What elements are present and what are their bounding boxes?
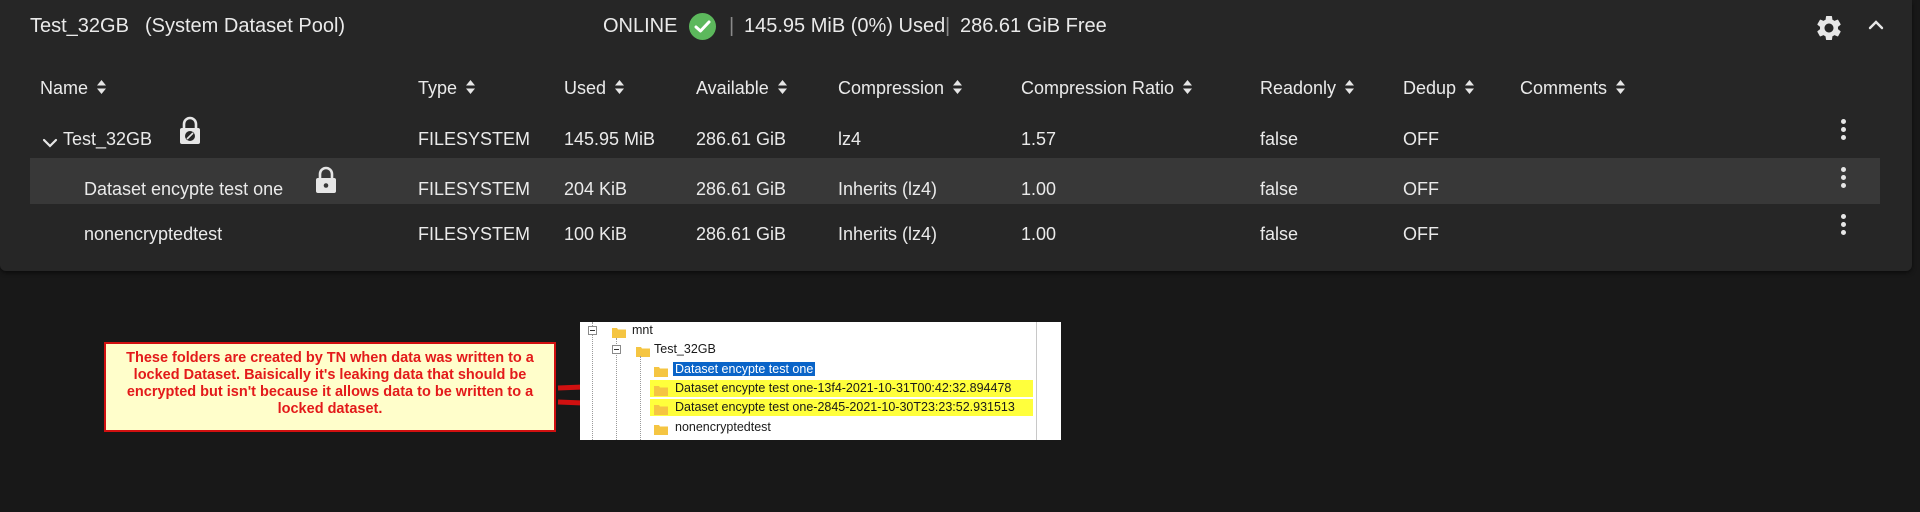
- row-type: FILESYSTEM: [418, 129, 531, 149]
- annotation-text: These folders are created by TN when dat…: [126, 350, 534, 417]
- row-dedup: OFF: [1403, 179, 1439, 199]
- table-row[interactable]: Test_32GB FILESYSTEM 145.95 MiB 286.61 G…: [30, 116, 1880, 162]
- row-available: 286.61 GiB: [696, 224, 787, 244]
- sort-icon[interactable]: [614, 79, 625, 100]
- folder-icon: [654, 422, 668, 435]
- more-vert-icon[interactable]: [1839, 167, 1847, 189]
- folder-icon: [612, 325, 626, 338]
- row-compression-ratio: 1.00: [1021, 224, 1057, 244]
- table-row[interactable]: nonencryptedtest FILESYSTEM 100 KiB 286.…: [30, 210, 1880, 256]
- lock-closed-icon[interactable]: [314, 165, 338, 195]
- tree-item-dataset-encrypted[interactable]: Dataset encypte test one: [673, 362, 816, 376]
- row-readonly: false: [1260, 129, 1299, 149]
- tree-item-mnt[interactable]: mnt: [632, 323, 653, 337]
- tree-item-test-32gb[interactable]: Test_32GB: [654, 342, 716, 356]
- column-header-type[interactable]: Type: [418, 78, 476, 100]
- pool-name: Test_32GB: [30, 15, 129, 37]
- pool-status-text: ONLINE: [603, 15, 678, 37]
- column-header-dedup[interactable]: Dedup: [1403, 78, 1475, 100]
- sort-icon[interactable]: [1182, 79, 1193, 100]
- column-header-compression[interactable]: Compression: [838, 78, 963, 100]
- row-dedup: OFF: [1403, 224, 1439, 244]
- column-header-name[interactable]: Name: [40, 78, 107, 100]
- tree-item-nonencrypted[interactable]: nonencryptedtest: [675, 420, 771, 434]
- pool-free: 286.61 GiB Free: [960, 15, 1107, 37]
- sort-icon[interactable]: [1615, 79, 1626, 100]
- row-readonly: false: [1260, 179, 1299, 199]
- separator: |: [729, 15, 735, 37]
- tree-guide: [592, 322, 593, 440]
- row-compression: Inherits (lz4): [838, 224, 938, 244]
- pool-subtitle: (System Dataset Pool): [145, 15, 346, 37]
- tree-item-leaked-folder[interactable]: Dataset encypte test one-2845-2021-10-30…: [675, 400, 1015, 414]
- row-used: 100 KiB: [564, 224, 628, 244]
- collapse-icon[interactable]: [588, 326, 597, 335]
- row-compression: Inherits (lz4): [838, 179, 938, 199]
- column-header-readonly[interactable]: Readonly: [1260, 78, 1355, 100]
- pool-header: Test_32GB (System Dataset Pool) ONLINE |…: [0, 0, 1912, 52]
- row-used: 145.95 MiB: [564, 129, 656, 149]
- row-type: FILESYSTEM: [418, 224, 531, 244]
- row-compression: lz4: [838, 129, 862, 149]
- row-name: Test_32GB: [63, 129, 153, 149]
- row-name: nonencryptedtest: [84, 224, 223, 244]
- row-name: Dataset encypte test one: [84, 179, 284, 199]
- chevron-down-icon[interactable]: [42, 133, 58, 154]
- row-dedup: OFF: [1403, 129, 1439, 149]
- folder-icon: [654, 364, 668, 377]
- tree-item-leaked-folder[interactable]: Dataset encypte test one-13f4-2021-10-31…: [675, 381, 1011, 395]
- row-used: 204 KiB: [564, 179, 628, 199]
- chevron-up-icon[interactable]: [1865, 14, 1887, 36]
- row-compression-ratio: 1.57: [1021, 129, 1057, 149]
- gear-icon[interactable]: [1814, 13, 1844, 43]
- scroll-divider: [1036, 322, 1037, 440]
- table-header: Name Type Used Available Compression Com…: [30, 78, 1880, 104]
- sort-icon[interactable]: [465, 79, 476, 100]
- row-compression-ratio: 1.00: [1021, 179, 1057, 199]
- file-explorer-tree: mnt Test_32GB Dataset encypte test one D…: [580, 322, 1061, 440]
- folder-icon: [636, 344, 650, 357]
- pool-used: 145.95 MiB (0%) Used: [744, 15, 946, 37]
- sort-icon[interactable]: [1344, 79, 1355, 100]
- pool-card: Test_32GB (System Dataset Pool) ONLINE |…: [0, 0, 1912, 271]
- sort-icon[interactable]: [96, 79, 107, 100]
- column-header-used[interactable]: Used: [564, 78, 625, 100]
- tree-guide: [640, 356, 641, 440]
- column-header-compression-ratio[interactable]: Compression Ratio: [1021, 78, 1193, 100]
- separator: |: [945, 15, 951, 37]
- row-available: 286.61 GiB: [696, 179, 787, 199]
- sort-icon[interactable]: [777, 79, 788, 100]
- table-row[interactable]: Dataset encypte test one FILESYSTEM 204 …: [30, 158, 1880, 204]
- collapse-icon[interactable]: [612, 345, 621, 354]
- annotation-box: These folders are created by TN when dat…: [104, 342, 556, 432]
- row-type: FILESYSTEM: [418, 179, 531, 199]
- check-circle-icon: [689, 13, 716, 40]
- more-vert-icon[interactable]: [1839, 119, 1847, 141]
- column-header-available[interactable]: Available: [696, 78, 788, 100]
- folder-icon: [654, 383, 668, 396]
- sort-icon[interactable]: [952, 79, 963, 100]
- sort-icon[interactable]: [1464, 79, 1475, 100]
- row-available: 286.61 GiB: [696, 129, 787, 149]
- column-header-comments[interactable]: Comments: [1520, 78, 1626, 100]
- row-readonly: false: [1260, 224, 1299, 244]
- lock-open-icon[interactable]: [178, 116, 202, 146]
- more-vert-icon[interactable]: [1839, 214, 1847, 236]
- folder-icon: [654, 402, 668, 415]
